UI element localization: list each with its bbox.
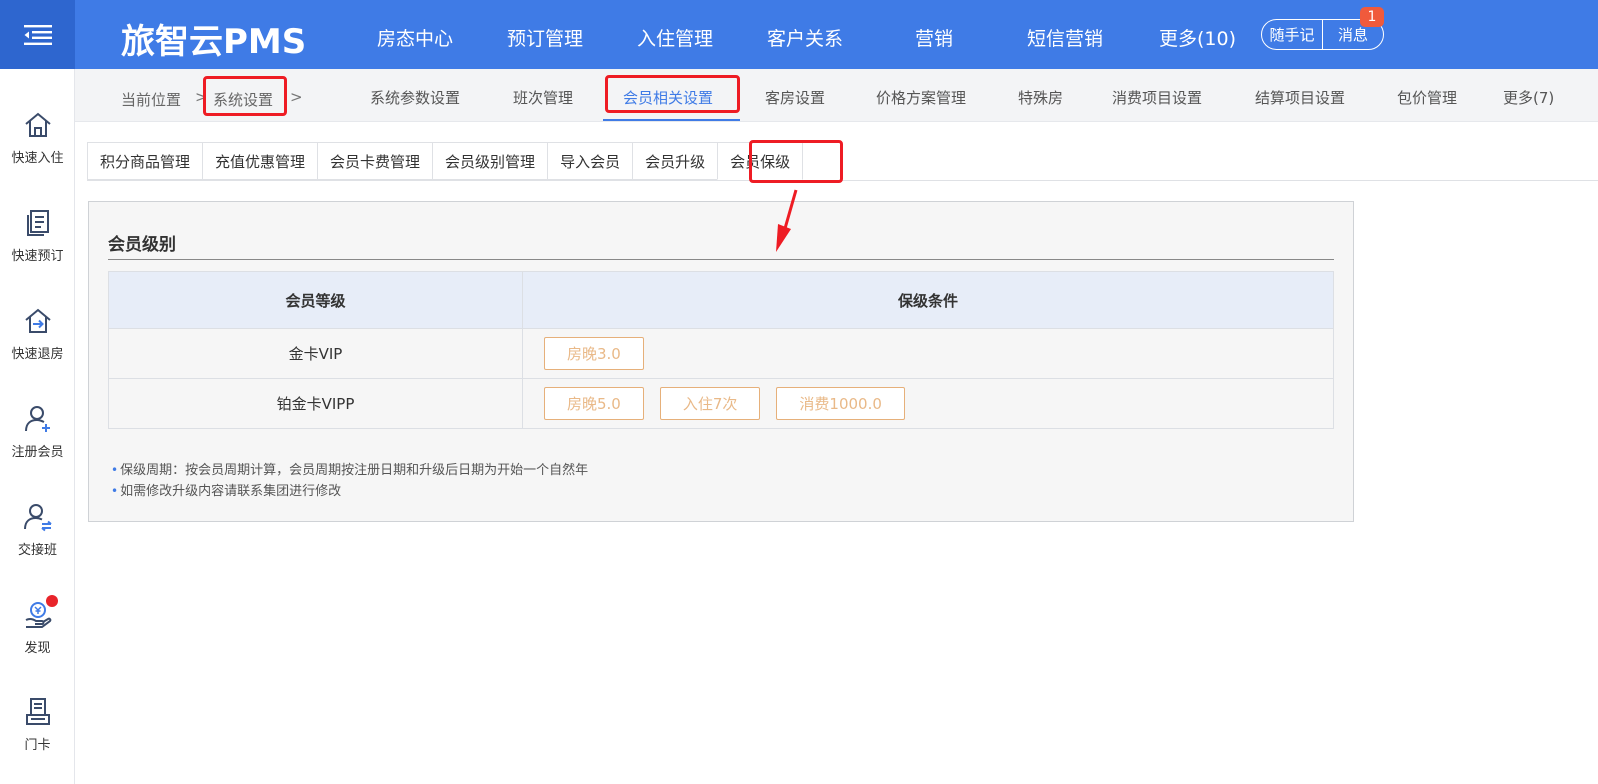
note-item: • 如需修改升级内容请联系集团进行修改: [111, 481, 588, 502]
condition-chip[interactable]: 房晚5.0: [544, 387, 644, 420]
sub-navigation-bar: 当前位置 > 系统设置 > 系统参数设置 班次管理 会员相关设置 客房设置 价格…: [75, 69, 1598, 122]
condition-chip[interactable]: 入住7次: [659, 387, 761, 420]
menu-toggle-button[interactable]: [0, 0, 75, 69]
member-tabs: 积分商品管理 充值优惠管理 会员卡费管理 会员级别管理 导入会员 会员升级 会员…: [87, 142, 804, 180]
tab-import-members[interactable]: 导入会员: [547, 142, 633, 180]
brand-logo: 旅智云PMS: [121, 22, 307, 62]
sidebar-item-shift-handover[interactable]: 交接班: [0, 501, 75, 581]
sidebar-item-label: 注册会员: [11, 445, 64, 460]
retention-table: 会员等级 保级条件 金卡VIP 房晚3.0 铂金卡VIPP 房晚5.0 入住7次…: [108, 271, 1334, 429]
tab-member-retention[interactable]: 会员保级: [717, 142, 804, 180]
level-cell: 金卡VIP: [109, 329, 523, 378]
column-header-conditions: 保级条件: [897, 291, 958, 310]
sidebar-item-discover[interactable]: 发现: [0, 595, 75, 679]
table-row: 金卡VIP 房晚3.0: [109, 328, 1333, 378]
user-add-icon: [24, 406, 50, 432]
table-header-row: 会员等级 保级条件: [109, 272, 1333, 328]
sidebar-item-label: 发现: [24, 641, 51, 656]
subnav-consumption-items[interactable]: 消费项目设置: [1112, 87, 1202, 108]
member-level-panel: 会员级别 会员等级 保级条件 金卡VIP 房晚3.0 铂金卡VIPP 房晚5.0…: [88, 201, 1354, 522]
panel-divider: [108, 259, 1334, 260]
user-swap-icon: [23, 504, 52, 532]
bullet-dot: •: [111, 463, 119, 477]
tab-card-fees[interactable]: 会员卡费管理: [317, 142, 433, 180]
sidebar-item-label: 交接班: [17, 543, 57, 558]
conditions-cell: 房晚3.0: [523, 329, 1333, 378]
tab-points-products[interactable]: 积分商品管理: [87, 142, 203, 180]
condition-chip[interactable]: 消费1000.0: [776, 387, 905, 420]
note-text: 保级周期：按会员周期计算，会员周期按注册日期和升级后日期为开始一个自然年: [120, 463, 589, 478]
subnav-system-params[interactable]: 系统参数设置: [370, 87, 460, 108]
sidebar-item-label: 门卡: [24, 738, 51, 753]
subnav-more[interactable]: 更多(7): [1503, 87, 1554, 108]
notes-list: • 保级周期：按会员周期计算，会员周期按注册日期和升级后日期为开始一个自然年 • 如…: [111, 460, 588, 502]
sidebar-item-quick-checkout[interactable]: 快速退房: [0, 305, 75, 385]
sidebar-item-quick-checkin[interactable]: 快速入住: [0, 109, 75, 189]
topnav-checkin[interactable]: 入住管理: [637, 24, 713, 51]
topnav-reservations[interactable]: 预订管理: [507, 24, 583, 51]
bullet-dot: •: [111, 484, 119, 498]
subnav-shift-management[interactable]: 班次管理: [513, 87, 573, 108]
menu-collapse-icon: [23, 24, 52, 45]
subnav-package-price[interactable]: 包价管理: [1397, 87, 1457, 108]
subnav-member-settings[interactable]: 会员相关设置: [623, 87, 713, 108]
topnav-more[interactable]: 更多(10): [1159, 24, 1236, 51]
sidebar-item-door-card[interactable]: 门卡: [0, 696, 75, 776]
topnav-room-status[interactable]: 房态中心: [377, 24, 453, 51]
subnav-active-underline: [603, 119, 740, 121]
left-sidebar: 快速入住 快速预订 快速退房 注册会员 交接班 发现 门卡: [0, 69, 75, 784]
tab-recharge-discounts[interactable]: 充值优惠管理: [202, 142, 318, 180]
discover-notification-dot: [46, 595, 58, 607]
topnav-customers[interactable]: 客户关系: [767, 24, 843, 51]
breadcrumb-system-settings[interactable]: 系统设置: [213, 89, 273, 110]
tabs-baseline: [87, 180, 1598, 181]
card-printer-icon: [25, 698, 50, 725]
note-text: 如需修改升级内容请联系集团进行修改: [120, 484, 342, 499]
document-icon: [26, 210, 49, 236]
message-count-badge: 1: [1360, 7, 1384, 27]
panel-title: 会员级别: [108, 235, 176, 255]
tab-member-levels[interactable]: 会员级别管理: [432, 142, 548, 180]
level-cell: 铂金卡VIPP: [109, 379, 523, 428]
breadcrumb-current-label: 当前位置: [121, 91, 182, 109]
sidebar-item-label: 快速退房: [11, 347, 64, 362]
house-icon: [24, 112, 51, 137]
condition-chip[interactable]: 房晚3.0: [544, 337, 644, 370]
topnav-sms-marketing[interactable]: 短信营销: [1027, 24, 1103, 51]
sidebar-item-register-member[interactable]: 注册会员: [0, 403, 75, 483]
sidebar-item-quick-booking[interactable]: 快速预订: [0, 207, 75, 287]
conditions-cell: 房晚5.0 入住7次 消费1000.0: [523, 379, 1333, 428]
column-header-level: 会员等级: [109, 272, 523, 328]
tab-member-upgrade[interactable]: 会员升级: [632, 142, 718, 180]
breadcrumb-separator: >: [290, 88, 303, 106]
top-bar: 旅智云PMS 房态中心 预订管理 入住管理 客户关系 营销 短信营销 更多(10…: [0, 0, 1598, 69]
subnav-special-rooms[interactable]: 特殊房: [1018, 87, 1063, 108]
table-row: 铂金卡VIPP 房晚5.0 入住7次 消费1000.0: [109, 378, 1333, 428]
topnav-marketing[interactable]: 营销: [915, 24, 953, 51]
breadcrumb-separator: >: [195, 88, 208, 106]
note-item: • 保级周期：按会员周期计算，会员周期按注册日期和升级后日期为开始一个自然年: [111, 460, 588, 481]
notes-button[interactable]: 随手记: [1262, 20, 1322, 49]
subnav-price-plans[interactable]: 价格方案管理: [876, 87, 966, 108]
subnav-settlement-items[interactable]: 结算项目设置: [1255, 87, 1345, 108]
sidebar-item-label: 快速预订: [11, 249, 64, 264]
sidebar-item-label: 快速入住: [11, 151, 64, 166]
subnav-room-settings[interactable]: 客房设置: [765, 87, 825, 108]
checkout-icon: [24, 308, 51, 333]
